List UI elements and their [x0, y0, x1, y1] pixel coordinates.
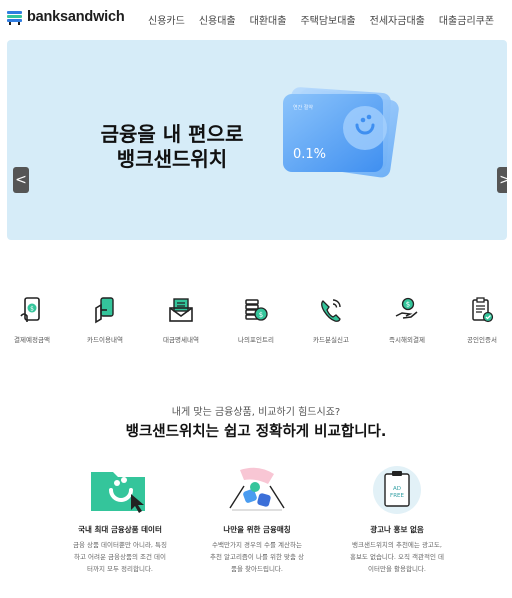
nav-loan-coupon[interactable]: 대출금리쿠폰 [439, 12, 494, 27]
coin-stack-icon: $ [245, 299, 268, 321]
quick-item-lost-card[interactable]: 카드분실신고 [299, 296, 363, 344]
feature-title: 나만을 위한 금융매칭 [223, 525, 291, 534]
sandwich-logo-icon [7, 10, 22, 25]
hero-next-button[interactable]: > [497, 167, 507, 193]
phone-call-icon [321, 299, 341, 322]
quick-menu: $ 결제예정금액 카드이용내역 대금명세내역 $ 나의포인트리 카드분실신고 $… [0, 296, 512, 356]
nav-refinance-loan[interactable]: 대환대출 [250, 12, 287, 27]
svg-text:$: $ [30, 306, 34, 313]
statement-mail-icon [169, 298, 193, 322]
quick-item-payment-due[interactable]: $ 결제예정금액 [0, 296, 64, 344]
quick-item-card-usage[interactable]: 카드이용내역 [73, 296, 137, 344]
svg-text:$: $ [259, 311, 263, 319]
logo-text: banksandwich [27, 9, 125, 25]
quick-label: 공인인증서 [467, 336, 497, 344]
quick-item-overseas-payment[interactable]: $ 즉시해외결제 [375, 296, 439, 344]
quick-label: 즉시해외결제 [389, 336, 425, 344]
folder-smile-icon [91, 472, 145, 513]
intro-title: 뱅크샌드위치는 쉽고 정확하게 비교합니다. [125, 424, 387, 440]
intro-subtitle: 내게 맞는 금융상품, 비교하기 힘드시죠? [171, 407, 341, 418]
logo[interactable]: banksandwich [6, 9, 125, 25]
feature-matching: 나만을 위한 금융매칭 수백만가지 경우의 수를 계산하는 추천 알고리즘이 나… [182, 462, 332, 575]
nav-credit-loan[interactable]: 신용대출 [199, 12, 236, 27]
quick-label: 카드이용내역 [87, 336, 123, 344]
feature-title: 국내 최대 금융상품 데이터 [78, 525, 162, 534]
nav-credit-card[interactable]: 신용카드 [148, 12, 185, 27]
card-hand-icon [95, 297, 114, 324]
feature-no-ads: AD FREE 광고나 홍보 없음 뱅크샌드위치의 추천에는 광고도, 홍보도 … [322, 462, 472, 575]
quick-label: 나의포인트리 [238, 336, 274, 344]
feature-desc: 금융 상품 데이터뿐만 아니라, 특징 하고 어려운 금융상품의 조건 데이 터… [72, 541, 168, 573]
hero-prev-button[interactable]: < [13, 167, 29, 193]
svg-text:$: $ [406, 301, 410, 309]
quick-label: 결제예정금액 [14, 336, 50, 344]
hero-banner[interactable]: 금융을 내 편으로 뱅크샌드위치 연간 절약 0.1% < > [7, 40, 507, 240]
feature-desc: 뱅크샌드위치의 추천에는 광고도, 홍보도 없습니다. 오직 객관적인 데 이터… [349, 541, 445, 573]
ad-free-line2: FREE [390, 493, 404, 499]
quick-label: 카드분실신고 [313, 336, 349, 344]
card-rate: 0.1% [293, 147, 326, 162]
card-small-text: 연간 절약 [293, 104, 313, 111]
card-illustration-icon: 연간 절약 0.1% [283, 87, 399, 178]
main-nav: 신용카드 신용대출 대환대출 주택담보대출 전세자금대출 대출금리쿠폰 [148, 12, 494, 27]
nav-mortgage-loan[interactable]: 주택담보대출 [300, 12, 355, 27]
nav-jeonse-loan[interactable]: 전세자금대출 [370, 12, 425, 27]
phone-payment-icon: $ [20, 297, 40, 322]
money-hand-icon: $ [395, 297, 418, 319]
matching-shapes-icon [229, 467, 285, 511]
feature-title: 광고나 홍보 없음 [370, 525, 424, 534]
feature-desc: 수백만가지 경우의 수를 계산하는 추천 알고리즘이 나를 위한 맞춤 상 품을… [209, 541, 305, 573]
quick-item-statement[interactable]: 대금명세내역 [149, 296, 213, 344]
quick-item-certificate[interactable]: 공인인증서 [450, 296, 512, 344]
site-header: banksandwich 신용카드 신용대출 대환대출 주택담보대출 전세자금대… [0, 0, 512, 36]
quick-item-points[interactable]: $ 나의포인트리 [224, 296, 288, 344]
ad-free-line1: AD [393, 486, 401, 492]
feature-data: 국내 최대 금융상품 데이터 금융 상품 데이터뿐만 아니라, 특징 하고 어려… [45, 462, 195, 575]
clipboard-check-icon [472, 297, 494, 323]
quick-label: 대금명세내역 [163, 336, 199, 344]
ad-free-clipboard-icon: AD FREE [373, 466, 421, 514]
